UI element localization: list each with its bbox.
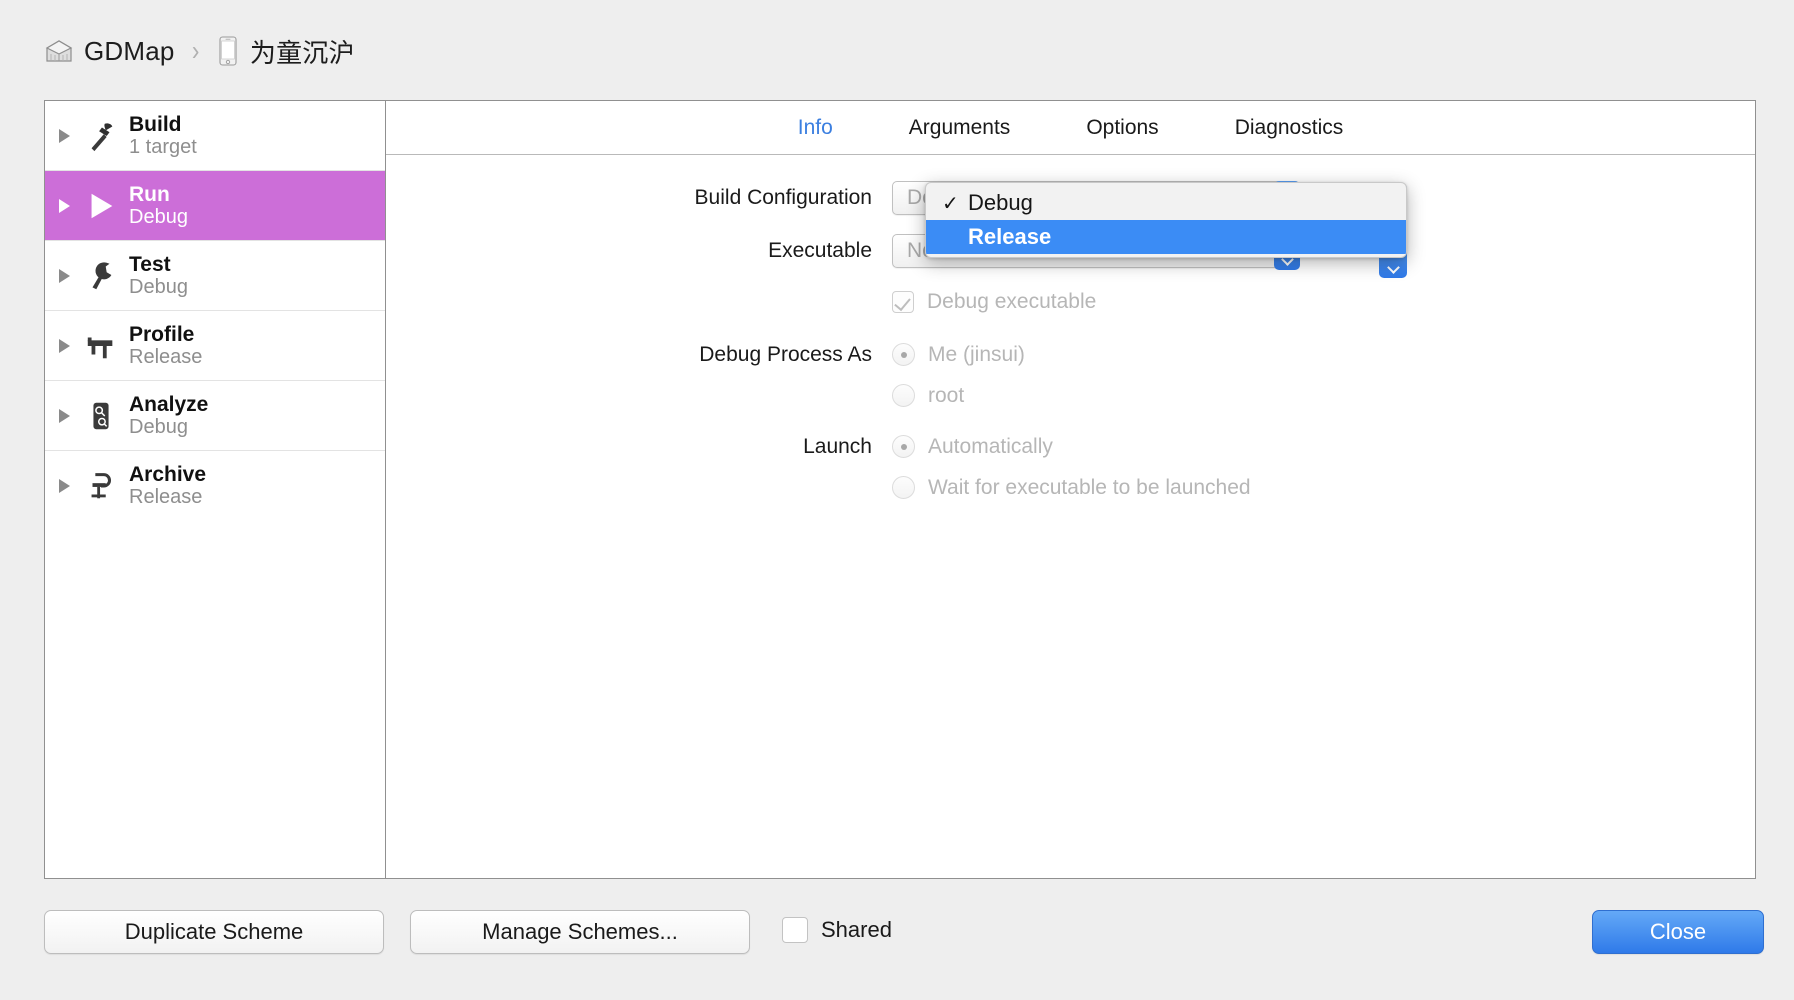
debug-process-as-root-radio[interactable]: [892, 384, 915, 407]
gauge-icon: [81, 326, 121, 366]
xcode-project-icon: [44, 37, 74, 65]
sidebar-item-subtitle: Debug: [129, 206, 188, 228]
tab-arguments[interactable]: Arguments: [871, 116, 1049, 140]
debug-process-as-me-radio[interactable]: [892, 343, 915, 366]
sidebar-item-title: Run: [129, 183, 188, 207]
shared-checkbox-group[interactable]: Shared: [782, 917, 892, 943]
disclosure-triangle-icon[interactable]: [59, 129, 70, 143]
debug-executable-checkbox[interactable]: [892, 291, 914, 313]
breadcrumb-separator: ›: [192, 35, 199, 67]
sidebar-item-archive[interactable]: Archive Release: [45, 451, 385, 520]
tab-diagnostics[interactable]: Diagnostics: [1197, 116, 1382, 140]
breadcrumb-device[interactable]: 为童沉沪: [250, 33, 355, 70]
sidebar-item-build[interactable]: Build 1 target: [45, 101, 385, 170]
menu-item-label: Release: [968, 224, 1051, 250]
sidebar-item-test[interactable]: Test Debug: [45, 241, 385, 310]
wrench-icon: [81, 256, 121, 296]
sidebar-item-subtitle: Debug: [129, 276, 188, 298]
sidebar-item-title: Test: [129, 253, 188, 277]
tab-info[interactable]: Info: [760, 116, 871, 140]
sidebar-item-subtitle: Release: [129, 346, 202, 368]
debug-executable-label: Debug executable: [927, 290, 1096, 314]
menu-item-label: Debug: [968, 190, 1033, 216]
breadcrumb-project[interactable]: GDMap: [84, 36, 175, 67]
analyze-icon: [81, 396, 121, 436]
sidebar-item-title: Analyze: [129, 393, 208, 417]
iphone-device-icon: [218, 36, 238, 66]
executable-label: Executable: [386, 239, 892, 263]
sidebar-item-subtitle: Debug: [129, 416, 208, 438]
manage-schemes-button[interactable]: Manage Schemes...: [410, 910, 750, 954]
tab-bar: Info Arguments Options Diagnostics: [386, 101, 1755, 155]
row-launch-automatically: Launch Automatically: [386, 426, 1755, 467]
play-icon: [81, 186, 121, 226]
debug-process-as-root-label: root: [928, 384, 964, 408]
sidebar-item-analyze[interactable]: Analyze Debug: [45, 381, 385, 450]
disclosure-triangle-icon[interactable]: [59, 479, 70, 493]
disclosure-triangle-icon[interactable]: [59, 199, 70, 213]
disclosure-triangle-icon[interactable]: [59, 339, 70, 353]
build-configuration-label: Build Configuration: [386, 186, 892, 210]
sidebar-item-title: Archive: [129, 463, 206, 487]
launch-label: Launch: [386, 435, 892, 459]
build-configuration-dropdown-menu[interactable]: ✓ Debug Release: [925, 182, 1407, 258]
duplicate-scheme-button[interactable]: Duplicate Scheme: [44, 910, 384, 954]
row-debug-process-as-me: Debug Process As Me (jinsui): [386, 334, 1755, 375]
disclosure-triangle-icon[interactable]: [59, 409, 70, 423]
sidebar-item-profile[interactable]: Profile Release: [45, 311, 385, 380]
breadcrumb: GDMap › 为童沉沪: [44, 30, 355, 72]
row-launch-wait: Wait for executable to be launched: [386, 467, 1755, 508]
debug-process-as-me-label: Me (jinsui): [928, 343, 1025, 367]
hammer-icon: [81, 116, 121, 156]
sidebar-item-title: Build: [129, 113, 197, 137]
row-debug-process-as-root: root: [386, 375, 1755, 416]
disclosure-triangle-icon[interactable]: [59, 269, 70, 283]
row-debug-executable: Debug executable: [386, 281, 1755, 322]
sidebar-item-subtitle: 1 target: [129, 136, 197, 158]
sidebar-item-subtitle: Release: [129, 486, 206, 508]
shared-checkbox[interactable]: [782, 917, 808, 943]
bottom-toolbar: Duplicate Scheme Manage Schemes... Share…: [0, 905, 1794, 1000]
launch-wait-radio[interactable]: [892, 476, 915, 499]
close-button[interactable]: Close: [1592, 910, 1764, 954]
menu-item-debug[interactable]: ✓ Debug: [926, 186, 1406, 220]
tab-options[interactable]: Options: [1048, 116, 1196, 140]
sidebar-item-title: Profile: [129, 323, 202, 347]
launch-automatically-radio[interactable]: [892, 435, 915, 458]
clamp-icon: [81, 466, 121, 506]
debug-process-as-label: Debug Process As: [386, 343, 892, 367]
scheme-editor-frame: Build 1 target Run Debug: [44, 100, 1756, 879]
launch-automatically-label: Automatically: [928, 435, 1053, 459]
checkmark-icon: ✓: [942, 191, 968, 216]
menu-item-release[interactable]: Release: [926, 220, 1406, 254]
sidebar-item-run[interactable]: Run Debug: [45, 171, 385, 240]
shared-label: Shared: [821, 917, 892, 943]
scheme-actions-sidebar: Build 1 target Run Debug: [45, 101, 386, 878]
launch-wait-label: Wait for executable to be launched: [928, 476, 1251, 500]
